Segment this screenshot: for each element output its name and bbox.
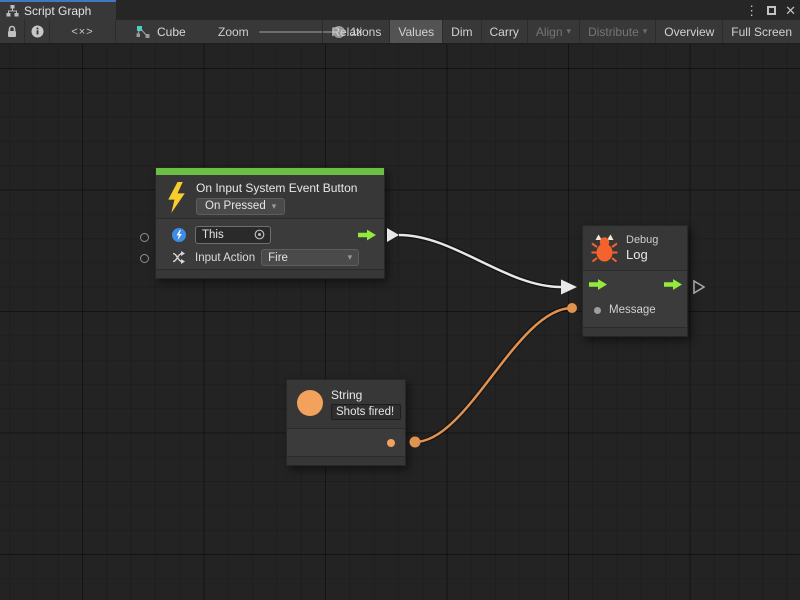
carry-button[interactable]: Carry	[481, 20, 527, 43]
flow-continue-indicator[interactable]	[694, 281, 704, 293]
code-icon: <×>	[71, 26, 93, 38]
unconnected-input-port[interactable]	[140, 233, 149, 242]
fullscreen-button[interactable]: Full Screen	[722, 20, 800, 43]
message-port-label: Message	[609, 304, 656, 316]
flow-input-port[interactable]	[589, 279, 607, 290]
tab-script-graph[interactable]: Script Graph	[0, 0, 116, 20]
chevron-down-icon: ▾	[567, 26, 572, 37]
value-wire[interactable]	[415, 308, 572, 442]
chevron-down-icon: ▾	[348, 252, 353, 263]
node-tree-icon	[6, 5, 19, 17]
values-button[interactable]: Values	[389, 20, 442, 43]
crossed-arrows-icon	[172, 251, 186, 264]
graph-target-label: Cube	[157, 25, 186, 39]
flow-output-port[interactable]	[358, 229, 376, 240]
info-icon	[31, 25, 44, 38]
graph-target-icon	[136, 25, 151, 39]
string-value-field[interactable]: Shots fired!	[331, 404, 401, 420]
tab-bar: Script Graph ⋮ ✕	[0, 0, 800, 20]
graph-toolbar: <×> Cube Zoom 1x Relations Values	[0, 20, 800, 44]
zoom-label: Zoom	[218, 25, 249, 39]
flow-port-row	[583, 271, 687, 298]
flow-wire-end-arrow	[561, 280, 577, 295]
menu-icon[interactable]: ⋮	[745, 4, 758, 17]
dim-button[interactable]: Dim	[442, 20, 480, 43]
chevron-down-icon: ▾	[643, 26, 648, 37]
this-field[interactable]: This	[195, 226, 271, 244]
window-controls: ⋮ ✕	[745, 0, 796, 20]
bug-icon	[591, 234, 618, 262]
tab-label: Script Graph	[24, 4, 91, 18]
unconnected-input-port[interactable]	[140, 254, 149, 263]
message-port-row: Message	[583, 298, 687, 322]
message-input-port[interactable]	[594, 307, 601, 314]
input-action-label: Input Action	[195, 252, 255, 264]
object-picker-icon[interactable]	[254, 229, 265, 240]
relations-button[interactable]: Relations	[322, 20, 389, 43]
node-footer	[583, 327, 687, 336]
event-mode-dropdown[interactable]: On Pressed ▾	[196, 198, 285, 215]
node-title: Log	[626, 247, 658, 262]
node-string-literal[interactable]: String Shots fired!	[286, 379, 406, 466]
input-action-dropdown[interactable]: Fire ▾	[261, 249, 359, 266]
script-graph-window: Script Graph ⋮ ✕	[0, 0, 800, 600]
port-row-input-action: Input Action Fire ▾	[156, 246, 384, 269]
distribute-button[interactable]: Distribute▾	[579, 20, 655, 43]
maximize-icon[interactable]	[767, 6, 776, 15]
overview-button[interactable]: Overview	[655, 20, 722, 43]
lock-icon	[6, 25, 18, 38]
string-output-port[interactable]	[387, 439, 395, 447]
flow-wire[interactable]	[399, 235, 561, 287]
node-footer	[156, 269, 384, 278]
node-title: String	[331, 388, 401, 402]
node-on-input-system-event-button[interactable]: On Input System Event Button On Pressed …	[155, 167, 385, 279]
chevron-down-icon: ▾	[272, 201, 277, 212]
flow-wire-start-arrow	[387, 228, 399, 242]
node-title: On Input System Event Button	[196, 181, 357, 195]
event-accent-bar	[156, 168, 384, 175]
info-button[interactable]	[25, 20, 50, 43]
toolbar-toggles: Relations Values Dim Carry Align▾ Distri…	[322, 20, 800, 43]
input-action-value: Fire	[268, 252, 288, 264]
port-row-this: This	[156, 223, 384, 246]
orange-circle-icon	[297, 390, 323, 416]
this-field-value: This	[202, 229, 224, 241]
node-footer	[287, 456, 405, 465]
yellow-lightning-icon	[166, 182, 187, 218]
node-debug-log[interactable]: Debug Log Message	[582, 225, 688, 337]
align-button[interactable]: Align▾	[527, 20, 579, 43]
lock-button[interactable]	[0, 20, 25, 43]
graph-inspector-button[interactable]: <×>	[50, 20, 116, 43]
node-kicker: Debug	[626, 234, 658, 246]
graph-canvas[interactable]: On Input System Event Button On Pressed …	[0, 44, 800, 600]
flow-output-port[interactable]	[664, 279, 682, 290]
graph-target-button[interactable]: Cube	[136, 20, 186, 43]
event-mode-value: On Pressed	[205, 200, 266, 212]
blue-lightning-circle-icon	[172, 228, 186, 242]
close-icon[interactable]: ✕	[785, 4, 796, 17]
